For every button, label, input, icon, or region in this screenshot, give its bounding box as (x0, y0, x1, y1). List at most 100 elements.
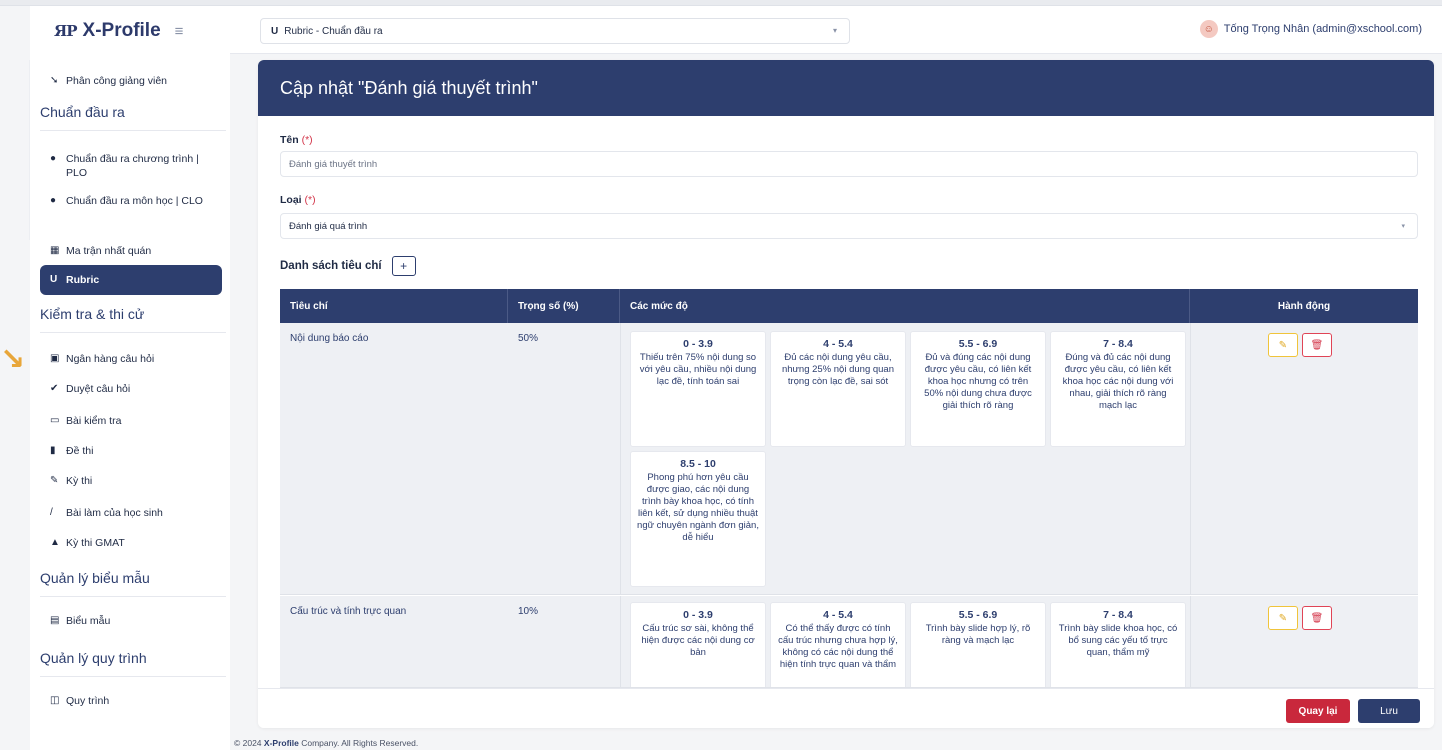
required-mark: (*) (304, 194, 316, 206)
level-description: Trình bày slide khoa học, có bổ sung các… (1058, 623, 1178, 658)
table-header: Tiêu chí Trọng số (%) Các mức độ Hành độ… (280, 289, 1418, 323)
level-card: 5.5 - 6.9 Trình bày slide hợp lý, rõ ràn… (910, 602, 1046, 687)
divider (1190, 323, 1191, 595)
copyright-suffix: Company. All Rights Reserved. (298, 738, 419, 748)
criteria-heading-text: Danh sách tiêu chí (280, 260, 382, 272)
edit-button[interactable]: ✎ (1268, 606, 1298, 630)
type-label-text: Loại (280, 194, 302, 206)
level-description: Đủ và đúng các nội dung được yêu cầu, có… (924, 352, 1032, 411)
level-card: 5.5 - 6.9 Đủ và đúng các nội dung được y… (910, 331, 1046, 447)
sidebar: ЯP X-Profile ≡ ➘ Phân công giảng viên Ch… (30, 6, 230, 750)
divider (40, 332, 226, 333)
bank-icon: ▣ (50, 353, 60, 364)
name-field[interactable]: Đánh giá thuyết trình (280, 151, 1418, 177)
sidebar-item-student-work[interactable]: / Bài làm của học sinh (40, 506, 222, 520)
page-title: Cập nhật "Đánh giá thuyết trình" (280, 77, 538, 98)
add-criterion-button[interactable]: + (391, 256, 416, 276)
table-row: Nội dung báo cáo 50% 0 - 3.9 Thiếu trên … (280, 323, 1418, 595)
hamburger-icon[interactable]: ≡ (175, 23, 184, 40)
level-range: 7 - 8.4 (1103, 338, 1133, 350)
level-description: Trình bày slide hợp lý, rõ ràng và mạch … (925, 623, 1031, 646)
chevron-down-icon: ▾ (1401, 223, 1405, 230)
name-label: Tên (*) (280, 134, 313, 146)
level-card: 7 - 8.4 Trình bày slide khoa học, có bổ … (1050, 602, 1186, 687)
delete-button[interactable]: 🗑 (1302, 606, 1332, 630)
process-icon: ◫ (50, 695, 60, 706)
header-criterion: Tiêu chí (280, 289, 508, 323)
card-header: Cập nhật "Đánh giá thuyết trình" (258, 60, 1434, 116)
level-description: Có thể thấy được có tính cấu trúc nhưng … (778, 623, 898, 670)
rubric-form-card: Cập nhật "Đánh giá thuyết trình" Tên (*)… (258, 60, 1434, 728)
sidebar-item-processes[interactable]: ◫ Quy trình (40, 694, 222, 708)
pen-icon: ✎ (50, 475, 59, 486)
level-description: Đúng và đủ các nội dung được yêu cầu, có… (1062, 352, 1174, 411)
sidebar-item-assign-lecturer[interactable]: ➘ Phân công giảng viên (40, 74, 222, 88)
sidebar-item-label: Đề thi (66, 445, 94, 457)
save-button[interactable]: Lưu (1358, 699, 1420, 723)
dot-icon: ● (50, 153, 57, 164)
background-panel (0, 60, 30, 240)
divider (620, 596, 621, 687)
sidebar-item-label: Duyệt câu hỏi (66, 383, 131, 395)
rubric-icon: U (271, 25, 279, 37)
divider (620, 323, 621, 595)
sidebar-item-label: Phân công giảng viên (66, 75, 167, 87)
sidebar-item-rubric[interactable]: U Rubric (40, 265, 222, 295)
sidebar-item-exams[interactable]: ✎ Kỳ thi (40, 474, 222, 488)
header-levels: Các mức độ (620, 289, 1190, 323)
level-description: Phong phú hơn yêu cầu được giao, các nội… (637, 472, 759, 543)
sidebar-item-exam-papers[interactable]: ▮ Đề thi (40, 444, 222, 458)
criterion-name: Nội dung báo cáo (290, 333, 369, 344)
section-processes: Quản lý quy trình (40, 650, 147, 666)
type-select[interactable]: Đánh giá quá trình ▾ (280, 213, 1418, 239)
level-description: Đủ các nội dung yêu cầu, nhưng 25% nội d… (781, 352, 894, 387)
sidebar-item-forms[interactable]: ▤ Biểu mẫu (40, 614, 222, 628)
sidebar-item-plo[interactable]: ● Chuẩn đầu ra chương trình | PLO (40, 152, 222, 180)
edit-button[interactable]: ✎ (1268, 333, 1298, 357)
sidebar-item-tests[interactable]: ▭ Bài kiểm tra (40, 414, 222, 428)
copyright-prefix: © 2024 (234, 738, 264, 748)
criteria-heading: Danh sách tiêu chí + (280, 256, 416, 276)
brand-name: X-Profile (82, 20, 161, 41)
level-description: Thiếu trên 75% nội dung so với yêu cầu, … (639, 352, 757, 387)
section-outcomes: Chuẩn đầu ra (40, 104, 125, 120)
level-range: 8.5 - 10 (680, 458, 716, 470)
level-range: 4 - 5.4 (823, 338, 853, 350)
assign-icon: ➘ (50, 75, 59, 86)
sidebar-item-label: Biểu mẫu (66, 615, 111, 627)
level-range: 7 - 8.4 (1103, 609, 1133, 621)
level-card: 0 - 3.9 Thiếu trên 75% nội dung so với y… (630, 331, 766, 447)
sidebar-item-review-questions[interactable]: ✔ Duyệt câu hỏi (40, 382, 222, 396)
chevron-down-icon: ▾ (832, 26, 837, 35)
sidebar-item-matrix[interactable]: ▦ Ma trận nhất quán (40, 244, 222, 258)
level-card: 0 - 3.9 Cấu trúc sơ sài, không thể hiện … (630, 602, 766, 687)
name-field-value: Đánh giá thuyết trình (289, 158, 378, 170)
sidebar-item-label: Ngân hàng câu hỏi (66, 353, 155, 365)
row-actions: ✎ 🗑 (1268, 606, 1332, 630)
level-card: 8.5 - 10 Phong phú hơn yêu cầu được giao… (630, 451, 766, 587)
name-label-text: Tên (280, 134, 299, 146)
rubric-icon: U (50, 274, 58, 285)
sidebar-item-clo[interactable]: ● Chuẩn đầu ra môn học | CLO (40, 194, 222, 208)
type-select-value: Đánh giá quá trình (289, 220, 368, 232)
criterion-weight: 50% (518, 333, 539, 344)
criterion-name: Cấu trúc và tính trực quan (290, 606, 407, 617)
sidebar-item-label: Kỳ thi GMAT (66, 537, 125, 549)
level-range: 0 - 3.9 (683, 338, 713, 350)
rubric-select[interactable]: U Rubric - Chuẩn đầu ra ▾ (260, 18, 850, 44)
back-button[interactable]: Quay lại (1286, 699, 1350, 723)
divider (40, 676, 226, 677)
level-description: Cấu trúc sơ sài, không thể hiện được các… (641, 623, 755, 658)
brand: ЯP X-Profile ≡ (30, 6, 230, 56)
sidebar-item-question-bank[interactable]: ▣ Ngân hàng câu hỏi (40, 352, 222, 366)
top-header: U Rubric - Chuẩn đầu ra ▾ ☺ Tống Trọng N… (230, 6, 1442, 54)
sidebar-item-gmat[interactable]: ▲ Kỳ thi GMAT (40, 536, 222, 550)
delete-button[interactable]: 🗑 (1302, 333, 1332, 357)
level-card: 4 - 5.4 Đủ các nội dung yêu cầu, nhưng 2… (770, 331, 906, 447)
divider (40, 596, 226, 597)
sidebar-item-label: Chuẩn đầu ra chương trình | PLO (66, 153, 199, 179)
graduation-icon: ▲ (50, 537, 60, 548)
sidebar-item-label: Quy trình (66, 695, 110, 707)
user-menu[interactable]: ☺ Tống Trọng Nhân (admin@xschool.com) (1199, 20, 1422, 38)
arrow-icon: ↘ (0, 343, 26, 376)
